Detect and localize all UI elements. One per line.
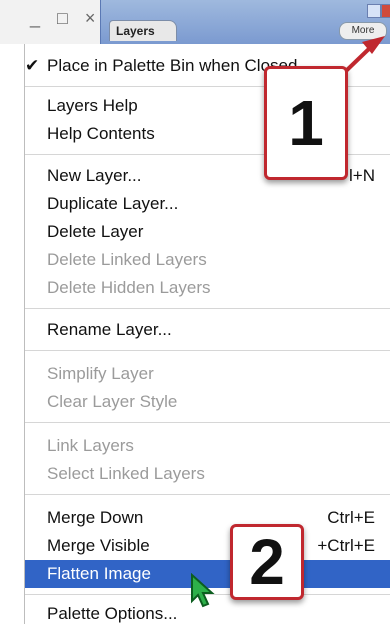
callout-number: 2 — [249, 526, 285, 598]
callout-number: 1 — [288, 87, 324, 159]
cursor-icon — [191, 573, 215, 608]
callout-1: 1 — [264, 66, 348, 180]
callout-2: 2 — [230, 524, 304, 600]
